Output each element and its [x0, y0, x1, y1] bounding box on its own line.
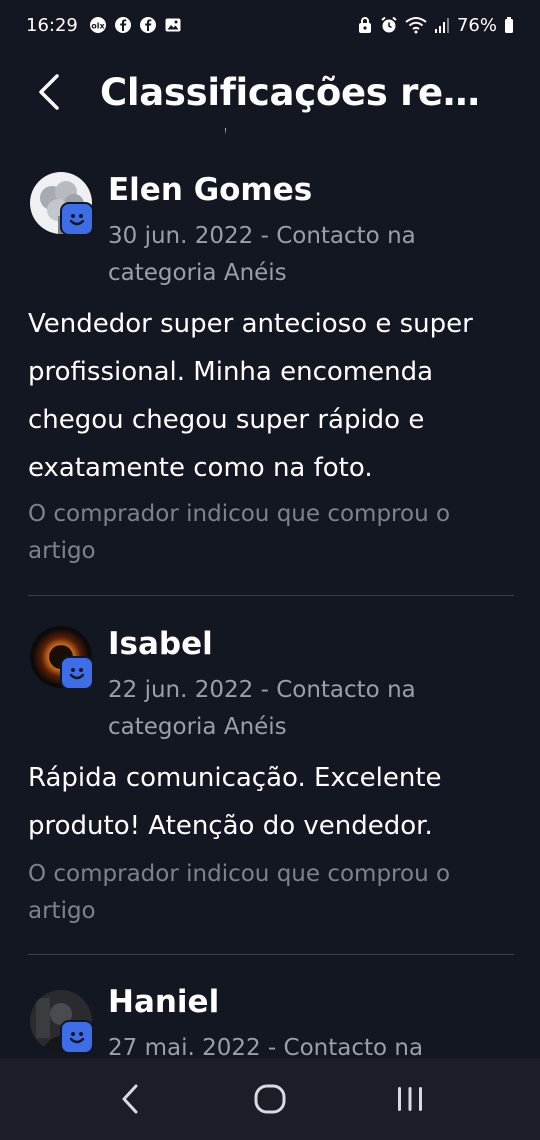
- gallery-icon: [164, 16, 182, 34]
- svg-text:olx: olx: [91, 22, 105, 31]
- review-meta: 22 jun. 2022 - Contacto na categoria Ané…: [108, 677, 416, 740]
- screen: 16:29 olx 76% Classificações rece... Ele…: [0, 0, 540, 1140]
- status-right: 76%: [357, 15, 514, 36]
- nav-home-button[interactable]: [235, 1069, 305, 1129]
- status-bar: 16:29 olx 76%: [0, 0, 540, 50]
- reviewer-name[interactable]: Isabel: [108, 626, 213, 662]
- nav-recents-icon: [398, 1087, 422, 1111]
- divider: [28, 954, 514, 955]
- smile-badge-icon: [60, 1020, 94, 1054]
- battery-percentage: 76%: [456, 14, 497, 36]
- battery-icon: [504, 16, 514, 34]
- status-time: 16:29: [26, 14, 78, 36]
- facebook-icon: [139, 16, 157, 34]
- buyer-note: O comprador indicou que comprou o artigo: [28, 501, 451, 564]
- nav-back-icon: [122, 1084, 138, 1114]
- review-item: Haniel 27 mai. 2022 - Contacto na: [0, 956, 540, 1058]
- system-nav-bar: [0, 1058, 540, 1140]
- app-notification-icon: olx: [89, 16, 107, 34]
- signal-icon: [434, 16, 450, 34]
- page-title: Classificações rece...: [100, 70, 500, 114]
- smile-badge-icon: [60, 656, 94, 690]
- review-text: Vendedor super antecioso e super profiss…: [28, 309, 473, 483]
- review-item: Isabel 22 jun. 2022 - Contacto na catego…: [0, 596, 540, 956]
- review-text: Rápida comunicação. Excelente produto! A…: [28, 763, 442, 841]
- nav-back-button[interactable]: [95, 1069, 165, 1129]
- scroll-indicator: [222, 128, 228, 136]
- status-left: 16:29 olx: [26, 15, 182, 36]
- avatar[interactable]: [30, 626, 96, 692]
- review-meta: 30 jun. 2022 - Contacto na categoria Ané…: [108, 223, 416, 286]
- reviewer-name[interactable]: Haniel: [108, 984, 219, 1020]
- app-bar: Classificações rece...: [0, 50, 540, 134]
- back-button[interactable]: [18, 62, 78, 122]
- avatar[interactable]: [30, 172, 96, 238]
- smile-badge-icon: [60, 202, 94, 236]
- reviewer-name[interactable]: Elen Gomes: [108, 172, 312, 208]
- buyer-note: O comprador indicou que comprou o artigo: [28, 861, 451, 924]
- review-item: Elen Gomes 30 jun. 2022 - Contacto na ca…: [0, 160, 540, 596]
- alarm-icon: [380, 16, 398, 34]
- nav-home-icon: [254, 1084, 286, 1114]
- review-meta: 27 mai. 2022 - Contacto na: [108, 1035, 424, 1058]
- nav-recents-button[interactable]: [375, 1069, 445, 1129]
- lock-icon: [357, 16, 373, 34]
- avatar[interactable]: [30, 990, 96, 1056]
- wifi-icon: [405, 16, 427, 34]
- facebook-icon: [114, 16, 132, 34]
- back-arrow-icon: [39, 74, 59, 110]
- review-list[interactable]: Elen Gomes 30 jun. 2022 - Contacto na ca…: [0, 160, 540, 1058]
